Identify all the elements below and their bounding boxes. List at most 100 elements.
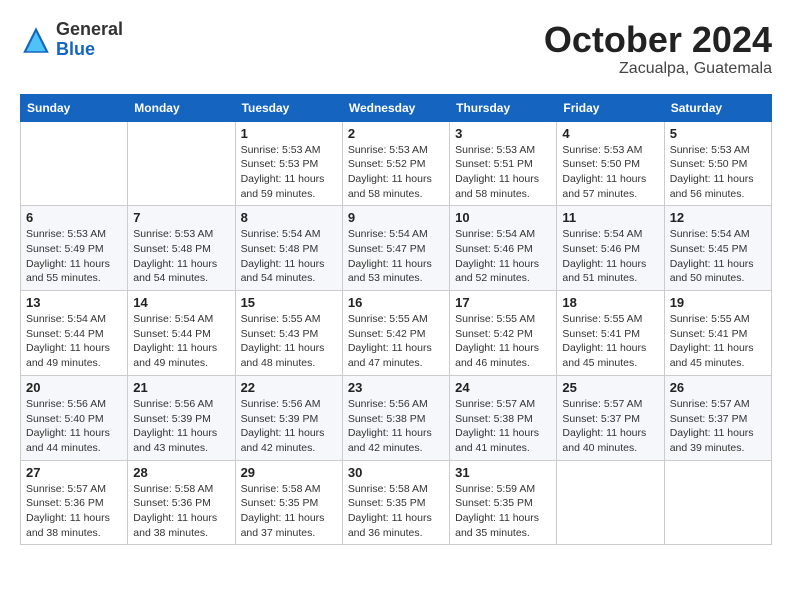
day-info: Sunrise: 5:56 AMSunset: 5:40 PMDaylight:…: [26, 397, 122, 456]
calendar-cell: 5 Sunrise: 5:53 AMSunset: 5:50 PMDaylight…: [664, 121, 771, 206]
calendar-cell: 31Sunrise: 5:59 AMSunset: 5:35 PMDayligh…: [450, 460, 557, 545]
calendar-cell: 3 Sunrise: 5:53 AMSunset: 5:51 PMDaylight…: [450, 121, 557, 206]
day-info: Sunrise: 5:55 AMSunset: 5:41 PMDaylight:…: [670, 312, 766, 371]
day-info: Sunrise: 5:56 AMSunset: 5:39 PMDaylight:…: [241, 397, 337, 456]
calendar-cell: 16 Sunrise: 5:55 AMSunset: 5:42 PMDayligh…: [342, 291, 449, 376]
weekday-header: Saturday: [664, 94, 771, 121]
calendar-header-row: SundayMondayTuesdayWednesdayThursdayFrid…: [21, 94, 772, 121]
title-block: October 2024 Zacualpa, Guatemala: [544, 20, 772, 78]
calendar-cell: [664, 460, 771, 545]
day-info: Sunrise: 5:54 AMSunset: 5:47 PMDaylight:…: [348, 227, 444, 286]
page-header: General Blue October 2024 Zacualpa, Guat…: [20, 20, 772, 78]
day-number: 11: [562, 210, 658, 225]
weekday-header: Tuesday: [235, 94, 342, 121]
day-info: Sunrise: 5:55 AMSunset: 5:42 PMDaylight:…: [455, 312, 551, 371]
weekday-header: Monday: [128, 94, 235, 121]
day-number: 13: [26, 295, 122, 310]
calendar-cell: 23 Sunrise: 5:56 AMSunset: 5:38 PMDayligh…: [342, 375, 449, 460]
day-number: 26: [670, 380, 766, 395]
calendar-cell: 4 Sunrise: 5:53 AMSunset: 5:50 PMDaylight…: [557, 121, 664, 206]
day-info: Sunrise: 5:53 AMSunset: 5:51 PMDaylight:…: [455, 143, 551, 202]
logo-blue: Blue: [56, 39, 95, 59]
day-number: 4: [562, 126, 658, 141]
weekday-header: Sunday: [21, 94, 128, 121]
day-info: Sunrise: 5:53 AMSunset: 5:53 PMDaylight:…: [241, 143, 337, 202]
calendar-week-row: 1 Sunrise: 5:53 AMSunset: 5:53 PMDaylight…: [21, 121, 772, 206]
day-info: Sunrise: 5:53 AMSunset: 5:49 PMDaylight:…: [26, 227, 122, 286]
day-number: 12: [670, 210, 766, 225]
calendar-cell: 17Sunrise: 5:55 AMSunset: 5:42 PMDayligh…: [450, 291, 557, 376]
day-number: 7: [133, 210, 229, 225]
day-info: Sunrise: 5:54 AMSunset: 5:48 PMDaylight:…: [241, 227, 337, 286]
calendar-cell: 26 Sunrise: 5:57 AMSunset: 5:37 PMDayligh…: [664, 375, 771, 460]
calendar-cell: 7Sunrise: 5:53 AMSunset: 5:48 PMDaylight…: [128, 206, 235, 291]
calendar-cell: 20Sunrise: 5:56 AMSunset: 5:40 PMDayligh…: [21, 375, 128, 460]
day-number: 27: [26, 465, 122, 480]
day-number: 22: [241, 380, 337, 395]
calendar-cell: 11 Sunrise: 5:54 AMSunset: 5:46 PMDayligh…: [557, 206, 664, 291]
calendar-cell: 8Sunrise: 5:54 AMSunset: 5:48 PMDaylight…: [235, 206, 342, 291]
day-info: Sunrise: 5:54 AMSunset: 5:46 PMDaylight:…: [562, 227, 658, 286]
calendar-week-row: 6 Sunrise: 5:53 AMSunset: 5:49 PMDaylight…: [21, 206, 772, 291]
day-info: Sunrise: 5:55 AMSunset: 5:42 PMDaylight:…: [348, 312, 444, 371]
day-number: 6: [26, 210, 122, 225]
calendar-cell: 2 Sunrise: 5:53 AMSunset: 5:52 PMDaylight…: [342, 121, 449, 206]
day-number: 2: [348, 126, 444, 141]
calendar-cell: 30 Sunrise: 5:58 AMSunset: 5:35 PMDayligh…: [342, 460, 449, 545]
calendar-table: SundayMondayTuesdayWednesdayThursdayFrid…: [20, 94, 772, 546]
calendar-cell: 10 Sunrise: 5:54 AMSunset: 5:46 PMDayligh…: [450, 206, 557, 291]
logo-general: General: [56, 19, 123, 39]
day-info: Sunrise: 5:58 AMSunset: 5:35 PMDaylight:…: [241, 482, 337, 541]
calendar-cell: 12 Sunrise: 5:54 AMSunset: 5:45 PMDayligh…: [664, 206, 771, 291]
month-title: October 2024: [544, 20, 772, 60]
calendar-cell: 19Sunrise: 5:55 AMSunset: 5:41 PMDayligh…: [664, 291, 771, 376]
weekday-header: Friday: [557, 94, 664, 121]
calendar-cell: 6 Sunrise: 5:53 AMSunset: 5:49 PMDaylight…: [21, 206, 128, 291]
day-number: 10: [455, 210, 551, 225]
weekday-header: Thursday: [450, 94, 557, 121]
location: Zacualpa, Guatemala: [544, 60, 772, 78]
day-info: Sunrise: 5:53 AMSunset: 5:52 PMDaylight:…: [348, 143, 444, 202]
day-info: Sunrise: 5:54 AMSunset: 5:46 PMDaylight:…: [455, 227, 551, 286]
calendar-cell: 22 Sunrise: 5:56 AMSunset: 5:39 PMDayligh…: [235, 375, 342, 460]
day-number: 1: [241, 126, 337, 141]
day-number: 30: [348, 465, 444, 480]
day-info: Sunrise: 5:55 AMSunset: 5:41 PMDaylight:…: [562, 312, 658, 371]
calendar-cell: 9 Sunrise: 5:54 AMSunset: 5:47 PMDaylight…: [342, 206, 449, 291]
calendar-cell: 25 Sunrise: 5:57 AMSunset: 5:37 PMDayligh…: [557, 375, 664, 460]
day-info: Sunrise: 5:59 AMSunset: 5:35 PMDaylight:…: [455, 482, 551, 541]
calendar-cell: 14Sunrise: 5:54 AMSunset: 5:44 PMDayligh…: [128, 291, 235, 376]
day-number: 15: [241, 295, 337, 310]
calendar-week-row: 20Sunrise: 5:56 AMSunset: 5:40 PMDayligh…: [21, 375, 772, 460]
day-info: Sunrise: 5:53 AMSunset: 5:50 PMDaylight:…: [562, 143, 658, 202]
day-info: Sunrise: 5:58 AMSunset: 5:36 PMDaylight:…: [133, 482, 229, 541]
day-number: 9: [348, 210, 444, 225]
day-info: Sunrise: 5:56 AMSunset: 5:38 PMDaylight:…: [348, 397, 444, 456]
day-info: Sunrise: 5:54 AMSunset: 5:45 PMDaylight:…: [670, 227, 766, 286]
day-number: 5: [670, 126, 766, 141]
calendar-cell: 28Sunrise: 5:58 AMSunset: 5:36 PMDayligh…: [128, 460, 235, 545]
calendar-cell: 15 Sunrise: 5:55 AMSunset: 5:43 PMDayligh…: [235, 291, 342, 376]
day-number: 18: [562, 295, 658, 310]
calendar-cell: [128, 121, 235, 206]
day-info: Sunrise: 5:57 AMSunset: 5:37 PMDaylight:…: [670, 397, 766, 456]
weekday-header: Wednesday: [342, 94, 449, 121]
calendar-cell: 18 Sunrise: 5:55 AMSunset: 5:41 PMDayligh…: [557, 291, 664, 376]
calendar-cell: 1 Sunrise: 5:53 AMSunset: 5:53 PMDaylight…: [235, 121, 342, 206]
calendar-cell: 27Sunrise: 5:57 AMSunset: 5:36 PMDayligh…: [21, 460, 128, 545]
day-info: Sunrise: 5:53 AMSunset: 5:50 PMDaylight:…: [670, 143, 766, 202]
day-number: 23: [348, 380, 444, 395]
day-info: Sunrise: 5:57 AMSunset: 5:38 PMDaylight:…: [455, 397, 551, 456]
day-info: Sunrise: 5:57 AMSunset: 5:37 PMDaylight:…: [562, 397, 658, 456]
calendar-cell: 21Sunrise: 5:56 AMSunset: 5:39 PMDayligh…: [128, 375, 235, 460]
calendar-cell: 24Sunrise: 5:57 AMSunset: 5:38 PMDayligh…: [450, 375, 557, 460]
day-number: 16: [348, 295, 444, 310]
day-info: Sunrise: 5:58 AMSunset: 5:35 PMDaylight:…: [348, 482, 444, 541]
day-number: 21: [133, 380, 229, 395]
day-info: Sunrise: 5:54 AMSunset: 5:44 PMDaylight:…: [133, 312, 229, 371]
day-info: Sunrise: 5:55 AMSunset: 5:43 PMDaylight:…: [241, 312, 337, 371]
logo-text: General Blue: [56, 20, 123, 60]
calendar-week-row: 27Sunrise: 5:57 AMSunset: 5:36 PMDayligh…: [21, 460, 772, 545]
day-number: 25: [562, 380, 658, 395]
day-number: 3: [455, 126, 551, 141]
